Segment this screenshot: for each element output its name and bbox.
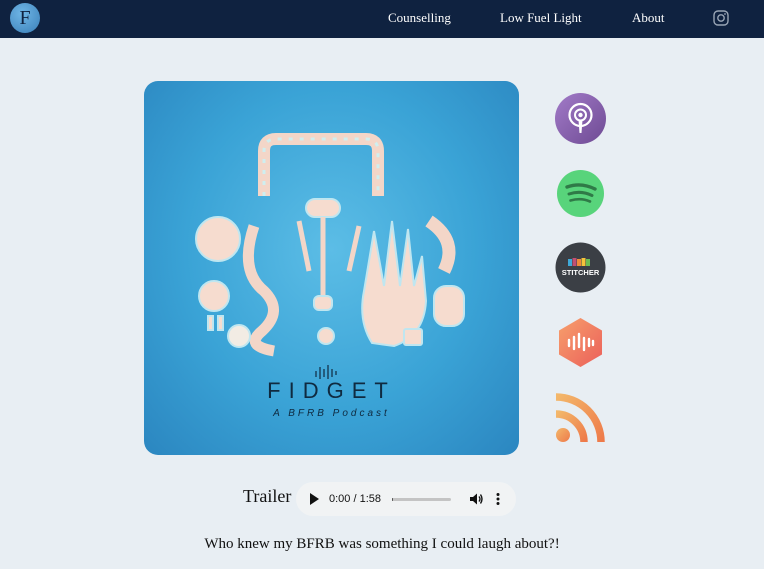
nav-link-low-fuel-light[interactable]: Low Fuel Light xyxy=(500,10,582,26)
nav-link-counselling[interactable]: Counselling xyxy=(388,10,451,26)
volume-icon[interactable] xyxy=(469,492,483,506)
apple-podcasts-icon[interactable] xyxy=(555,93,606,144)
cover-title: FIDGET xyxy=(267,378,396,403)
audio-seek-progress xyxy=(392,498,394,501)
podcast-cover-art: FIDGET A BFRB Podcast xyxy=(144,81,519,455)
stitcher-label: STITCHER xyxy=(562,268,600,277)
spotify-icon[interactable] xyxy=(555,168,606,219)
stitcher-icon[interactable]: STITCHER xyxy=(555,242,606,293)
nav-link-about[interactable]: About xyxy=(632,10,665,26)
play-icon[interactable] xyxy=(309,493,319,505)
cover-subtitle: A BFRB Podcast xyxy=(273,408,390,419)
instagram-icon[interactable] xyxy=(713,10,729,26)
site-logo[interactable]: F xyxy=(10,3,40,33)
castbox-icon[interactable] xyxy=(555,317,606,368)
podcast-tagline: Who knew my BFRB was something I could l… xyxy=(204,536,560,552)
more-options-icon[interactable] xyxy=(495,492,501,506)
audio-seek-bar[interactable] xyxy=(392,498,451,501)
audio-time: 0:00 / 1:58 xyxy=(329,493,381,505)
trailer-label: Trailer xyxy=(243,486,292,506)
top-navbar: F Counselling Low Fuel Light About xyxy=(0,0,764,38)
audio-player: 0:00 / 1:58 xyxy=(296,482,516,516)
rss-icon[interactable] xyxy=(555,392,606,443)
